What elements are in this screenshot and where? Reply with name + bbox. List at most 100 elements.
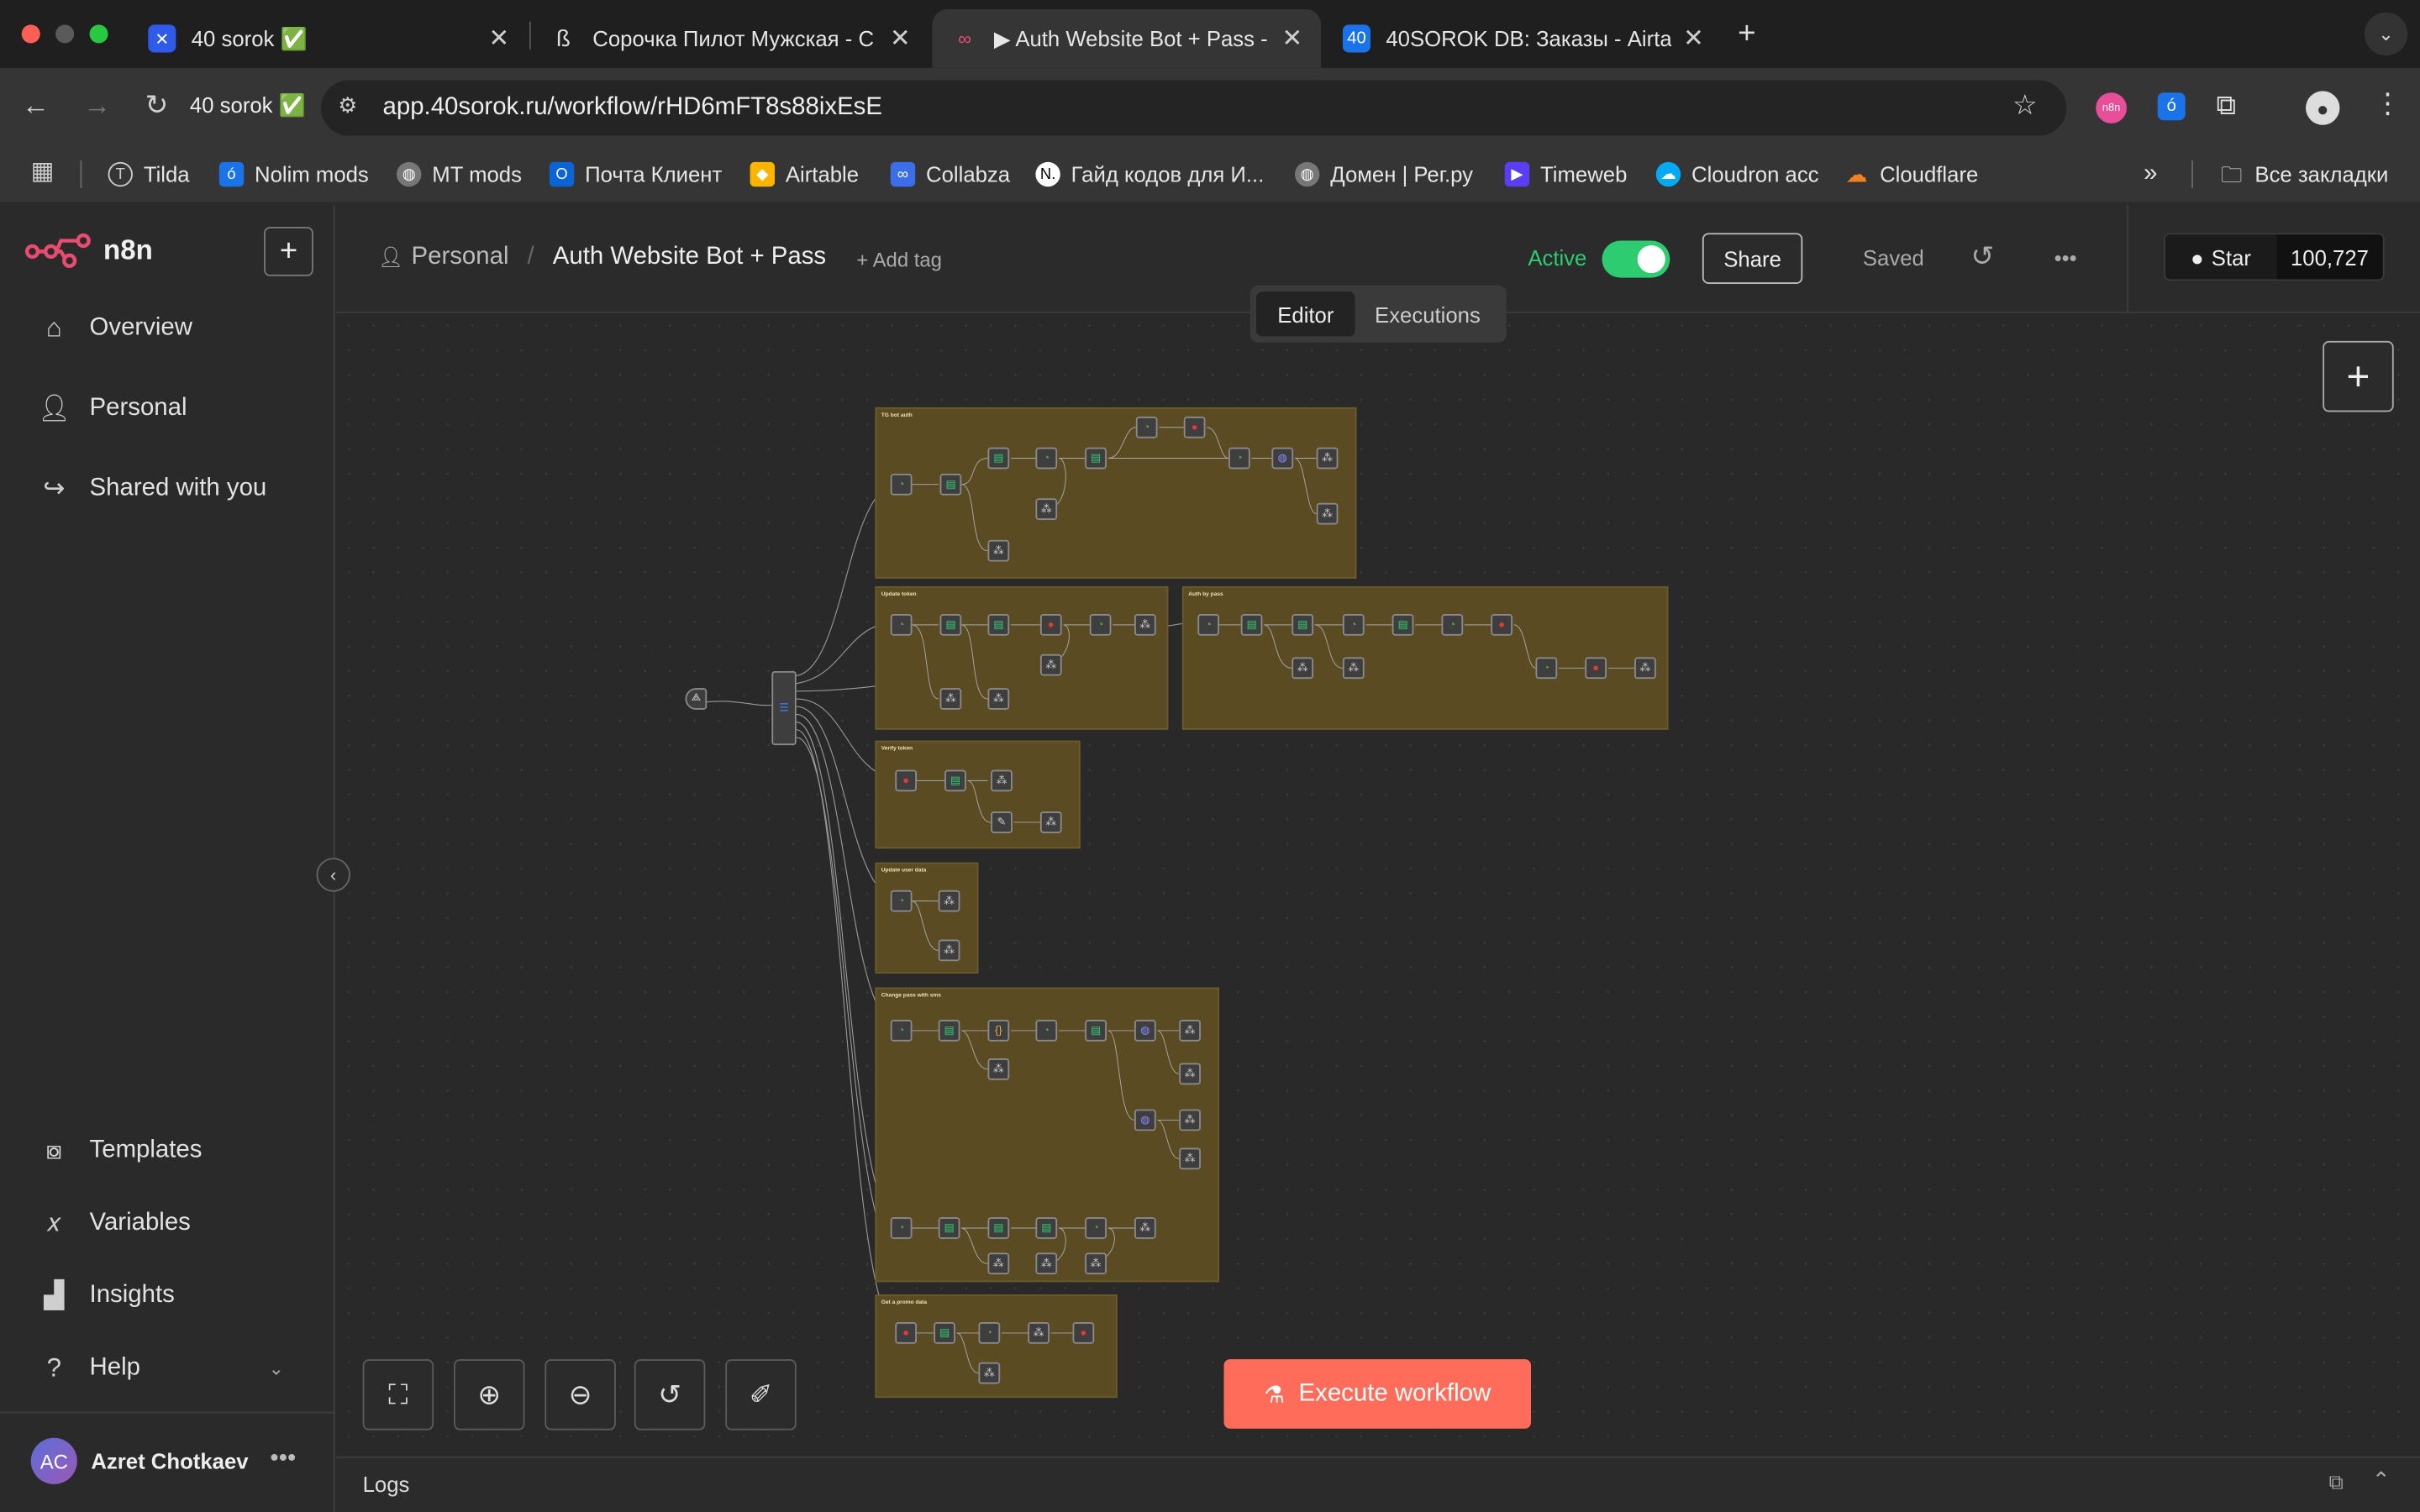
execute-workflow-button[interactable]: ⚗ Execute workflow — [1223, 1359, 1532, 1429]
workflow-node[interactable]: ● — [895, 1322, 917, 1344]
back-icon[interactable]: ← — [22, 90, 50, 123]
workflow-node[interactable]: ◔ — [1342, 614, 1365, 636]
workflow-node[interactable]: ◔ — [1228, 447, 1250, 470]
workflow-name[interactable]: Auth Website Bot + Pass — [553, 244, 826, 271]
workflow-node[interactable]: ⁂ — [1035, 1252, 1058, 1275]
bookmark-item[interactable]: ◍ Домен | Рег.ру — [1294, 157, 1473, 191]
workflow-node[interactable]: ◔ — [1535, 657, 1558, 680]
workflow-node[interactable]: ● — [1039, 614, 1062, 636]
close-window-button[interactable] — [21, 24, 40, 44]
switch-node[interactable]: ☰ — [771, 670, 797, 746]
workflow-node[interactable]: ⁂ — [987, 539, 1010, 562]
workflow-node[interactable]: ▤ — [1392, 614, 1414, 636]
more-options-icon[interactable]: ••• — [2054, 247, 2077, 269]
workflow-node[interactable]: ✎ — [991, 811, 1013, 833]
workflow-node[interactable]: ▤ — [987, 614, 1010, 636]
add-node-button[interactable]: + — [2323, 340, 2394, 412]
browser-tab[interactable]: 40 40SOROK DB: Заказы - Airta ✕ — [1324, 9, 1723, 68]
nav-overview[interactable]: ⌂ Overview — [37, 310, 192, 347]
bookmark-item[interactable]: T Tilda — [108, 157, 190, 191]
workflow-node[interactable]: ⁂ — [1316, 447, 1339, 470]
workflow-node[interactable]: ◔ — [1197, 614, 1219, 636]
sticky-note[interactable]: Change pass with sms ◔ ▤ {} ◔ ▤ ◍ ⁂ ⁂ ⁂ … — [875, 987, 1219, 1283]
tidy-up-button[interactable]: ✐ — [725, 1359, 797, 1431]
workflow-node[interactable]: ▤ — [938, 1217, 960, 1239]
workflow-node[interactable]: ◔ — [1035, 447, 1058, 470]
workflow-node[interactable]: ⁂ — [1179, 1063, 1201, 1085]
workflow-node[interactable]: ⁂ — [991, 769, 1013, 792]
sticky-note[interactable]: Update token ◔ ▤ ▤ ● ◔ ⁂ ⁂ ⁂ ⁂ — [875, 585, 1169, 730]
workflow-node[interactable]: ▤ — [934, 1322, 955, 1344]
add-tag-button[interactable]: + Add tag — [856, 249, 942, 272]
workflow-node[interactable]: ▤ — [987, 447, 1010, 470]
github-star-widget[interactable]: ● Star 100,727 — [2164, 233, 2385, 281]
workflow-node[interactable]: ◔ — [1089, 614, 1112, 636]
workflow-node[interactable]: ▤ — [939, 473, 962, 496]
extension-o-icon[interactable]: ó — [2157, 92, 2186, 121]
workflow-node[interactable]: ⁂ — [987, 1058, 1010, 1080]
browser-tab[interactable]: ✕ 40 sorok ✅ ✕ — [129, 9, 528, 68]
workflow-node[interactable]: ▤ — [1085, 447, 1107, 470]
user-menu-icon[interactable]: ••• — [270, 1446, 296, 1472]
forward-icon[interactable]: → — [83, 90, 111, 123]
workflow-node[interactable]: ⁂ — [987, 1252, 1010, 1275]
nav-variables[interactable]: 𝑥 Variables — [37, 1205, 191, 1242]
close-tab-icon[interactable]: ✕ — [1282, 24, 1303, 55]
extensions-puzzle-icon[interactable]: ⧉ — [2217, 91, 2237, 118]
bookmark-item[interactable]: ◆ Airtable — [750, 157, 859, 191]
workflow-node[interactable]: ◔ — [978, 1322, 1001, 1344]
bookmark-item[interactable]: ◍ MT mods — [397, 157, 522, 191]
workflow-node[interactable]: ⁂ — [1292, 657, 1314, 680]
bookmark-item[interactable]: ó Nolim mods — [218, 157, 369, 191]
workflow-node[interactable]: ⁂ — [1085, 1252, 1107, 1275]
nav-help[interactable]: ? Help ⌄ — [37, 1350, 284, 1387]
workflow-node[interactable]: ⁂ — [987, 688, 1010, 710]
profile-chip[interactable]: 40 sorok ✅ — [190, 92, 306, 118]
workflow-node[interactable]: ⁂ — [978, 1362, 1001, 1384]
workflow-node[interactable]: ◍ — [1134, 1109, 1156, 1131]
profile-avatar-icon[interactable]: ● — [2306, 91, 2340, 125]
bookmark-item[interactable]: ☁ Cloudflare — [1844, 157, 1979, 191]
close-tab-icon[interactable]: ✕ — [1683, 24, 1704, 55]
workflow-node[interactable]: ◔ — [1135, 416, 1158, 438]
workflow-node[interactable]: ⁂ — [938, 939, 960, 962]
workflow-node[interactable]: ◔ — [890, 890, 913, 912]
reset-zoom-button[interactable]: ↺ — [634, 1359, 706, 1431]
bookmark-item[interactable]: ▶ Timeweb — [1504, 157, 1627, 191]
collapse-sidebar-icon[interactable]: ‹ — [316, 858, 350, 892]
workflow-node[interactable]: ◔ — [890, 473, 913, 496]
workflow-node[interactable]: ◔ — [1035, 1020, 1058, 1042]
workflow-node[interactable]: ▤ — [987, 1217, 1010, 1239]
workflow-node[interactable]: ⁂ — [1179, 1109, 1201, 1131]
workflow-node[interactable]: ⁂ — [938, 890, 960, 912]
workflow-node[interactable]: ▤ — [1292, 614, 1314, 636]
workflow-node[interactable]: ⁂ — [1634, 657, 1656, 680]
extension-badge[interactable]: n8n — [2096, 92, 2127, 123]
workflow-node[interactable]: ◔ — [890, 1020, 913, 1042]
workflow-node[interactable]: ● — [895, 769, 917, 792]
bookmark-item[interactable]: O Почта Клиент — [549, 157, 722, 191]
popout-icon[interactable]: ⧉ — [2329, 1472, 2344, 1492]
workflow-node[interactable]: ▤ — [1035, 1217, 1058, 1239]
nav-templates[interactable]: ⧇ Templates — [37, 1132, 202, 1169]
workflow-node[interactable]: ● — [1072, 1322, 1095, 1344]
workflow-node[interactable]: ▤ — [1085, 1020, 1107, 1042]
address-bar[interactable]: app.40sorok.ru/workflow/rHD6mFT8s88ixEsE — [321, 80, 2067, 136]
bookmark-item[interactable]: ∞ Collabza — [890, 157, 1010, 191]
workflow-node[interactable]: ● — [1585, 657, 1607, 680]
workflow-node[interactable]: ⁂ — [1316, 502, 1339, 525]
bookmark-item[interactable]: ☁ Cloudron acc — [1655, 157, 1819, 191]
workflow-node[interactable]: ⁂ — [1039, 654, 1062, 676]
active-toggle[interactable] — [1602, 240, 1670, 278]
tab-search-icon[interactable]: ⌄ — [2364, 12, 2408, 56]
workflow-node[interactable]: ◍ — [1271, 447, 1294, 470]
sticky-note[interactable]: Update user data ◔ ⁂ ⁂ — [875, 862, 979, 974]
nav-personal[interactable]: 👤︎ Personal — [37, 391, 187, 428]
reload-icon[interactable]: ↻ — [145, 90, 169, 123]
bookmark-item[interactable]: N. Гайд кодов для И... — [1035, 157, 1264, 191]
github-star-button[interactable]: ● Star — [2165, 234, 2277, 280]
sticky-note[interactable]: Get a promo data ● ▤ ◔ ⁂ ● ⁂ — [875, 1294, 1118, 1399]
tab-editor[interactable]: Editor — [1256, 291, 1355, 337]
history-icon[interactable]: ↺ — [1970, 242, 1994, 270]
workflow-node[interactable]: ⁂ — [1035, 498, 1058, 520]
